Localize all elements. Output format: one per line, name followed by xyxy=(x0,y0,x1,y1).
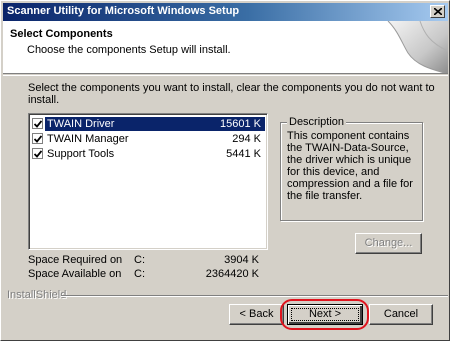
space-available-label: Space Available on xyxy=(28,268,122,280)
title-bar[interactable]: Scanner Utility for Microsoft Windows Se… xyxy=(3,3,448,21)
space-required-drive: C: xyxy=(134,254,145,266)
component-size: 294 K xyxy=(232,133,261,145)
footer-divider xyxy=(61,295,448,297)
space-available-drive: C: xyxy=(134,268,145,280)
component-name: TWAIN Manager xyxy=(47,133,129,145)
page-curl-graphic xyxy=(387,21,448,73)
page-title: Select Components xyxy=(10,28,113,40)
description-group: Description This component contains the … xyxy=(280,116,423,221)
space-required-label: Space Required on xyxy=(28,254,123,266)
component-size: 15601 K xyxy=(220,118,261,130)
component-checkbox[interactable] xyxy=(32,133,43,144)
checkmark-icon xyxy=(34,135,42,143)
description-text: This component contains the TWAIN-Data-S… xyxy=(287,130,413,202)
space-available-value: 2364420 K xyxy=(205,268,259,280)
checkmark-icon xyxy=(34,120,42,128)
close-button[interactable] xyxy=(430,5,445,18)
space-required-value: 3904 K xyxy=(224,254,259,266)
component-name: Support Tools xyxy=(47,148,115,160)
wizard-header: Select Components Choose the components … xyxy=(3,21,448,74)
description-legend: Description xyxy=(287,116,347,128)
instruction-text: Select the components you want to instal… xyxy=(28,82,435,106)
component-name: TWAIN Driver xyxy=(47,118,115,130)
checkmark-icon xyxy=(34,150,42,158)
header-divider xyxy=(3,75,448,76)
cancel-button[interactable]: Cancel xyxy=(369,304,433,325)
window-title: Scanner Utility for Microsoft Windows Se… xyxy=(7,5,240,17)
components-list[interactable]: TWAIN Driver 15601 K TWAIN Manager 294 K… xyxy=(28,113,268,250)
setup-window: Scanner Utility for Microsoft Windows Se… xyxy=(0,0,450,341)
component-row[interactable]: TWAIN Driver 15601 K xyxy=(31,117,265,131)
installshield-brand: InstallShield xyxy=(7,289,67,301)
back-button[interactable]: < Back xyxy=(229,304,284,325)
component-checkbox[interactable] xyxy=(32,118,43,129)
component-checkbox[interactable] xyxy=(32,148,43,159)
component-row[interactable]: Support Tools 5441 K xyxy=(31,147,265,161)
change-button[interactable]: Change... xyxy=(355,233,422,254)
next-button-annotation-circle xyxy=(280,299,369,330)
component-size: 5441 K xyxy=(226,148,261,160)
component-row[interactable]: TWAIN Manager 294 K xyxy=(31,132,265,146)
page-subtitle: Choose the components Setup will install… xyxy=(27,44,231,56)
close-icon xyxy=(434,8,442,15)
